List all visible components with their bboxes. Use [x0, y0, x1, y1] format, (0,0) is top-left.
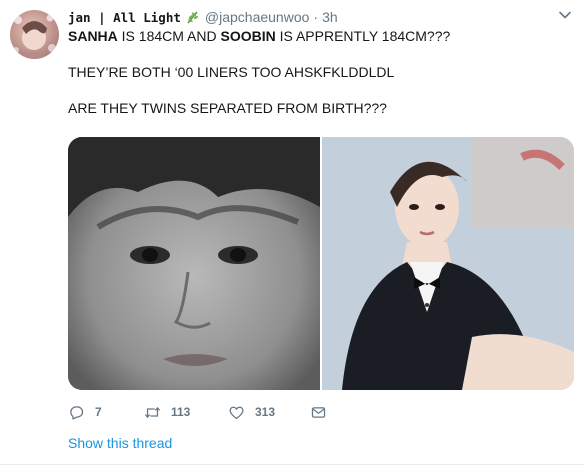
- tweet-line-3: ARE THEY TWINS SEPARATED FROM BIRTH???: [68, 100, 387, 116]
- user-handle[interactable]: @japchaeunwoo: [205, 9, 310, 25]
- retweet-count: 113: [171, 405, 191, 419]
- tweet-text: SANHA IS 184CM AND SOOBIN IS APPRENTLY 1…: [68, 27, 568, 117]
- tweet-line-2: THEY’RE BOTH ‘00 LINERS TOO AHSKFKLDDLDL: [68, 64, 395, 80]
- tweet-header: jan | All Light @japchaeunwoo · 3h: [68, 8, 338, 26]
- retweet-icon: [144, 406, 161, 418]
- retweet-button[interactable]: 113: [144, 404, 228, 421]
- reply-count: 7: [95, 405, 102, 419]
- timestamp[interactable]: 3h: [322, 9, 338, 25]
- photo-right[interactable]: [322, 137, 574, 390]
- avatar-image: [13, 14, 56, 59]
- direct-message-button[interactable]: [310, 404, 327, 421]
- tweet-line-1-part-2: IS APPRENTLY 184CM???: [275, 28, 451, 44]
- tweet-line-1-part-1: IS 184CM AND: [117, 28, 221, 44]
- separator-dot: ·: [313, 9, 319, 25]
- mention-name-sanha: SANHA: [68, 28, 118, 44]
- photo-left[interactable]: [68, 137, 320, 390]
- reply-button[interactable]: 7: [68, 404, 144, 421]
- like-count: 313: [255, 405, 276, 419]
- envelope-icon: [311, 406, 326, 418]
- tweet-line-1: SANHA IS 184CM AND SOOBIN IS APPRENTLY 1…: [68, 27, 568, 45]
- show-thread-link[interactable]: Show this thread: [68, 435, 172, 451]
- like-button[interactable]: 313: [228, 404, 310, 421]
- mention-name-soobin: SOOBIN: [220, 28, 276, 44]
- chevron-down-icon[interactable]: [558, 8, 572, 22]
- heart-icon: [229, 406, 244, 419]
- media-grid: [68, 137, 574, 390]
- color-portrait-image: [322, 137, 574, 390]
- avatar[interactable]: [10, 10, 59, 59]
- display-name[interactable]: jan | All Light: [68, 10, 181, 25]
- tweet-actions: 7 113 313: [68, 402, 327, 422]
- tweet[interactable]: jan | All Light @japchaeunwoo · 3h SANHA…: [0, 0, 584, 465]
- herb-icon: [187, 11, 198, 24]
- grayscale-portrait-image: [68, 137, 320, 390]
- reply-icon: [70, 405, 84, 420]
